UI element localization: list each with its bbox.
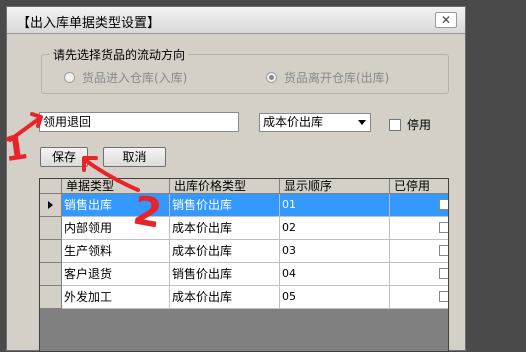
cell-type[interactable]: 外发加工 (62, 286, 170, 309)
cell-disabled[interactable] (390, 286, 448, 309)
column-header-price[interactable]: 出库价格类型 (170, 179, 280, 194)
voucher-name-input[interactable]: 领用退回 (39, 112, 239, 132)
close-button[interactable]: ✕ (435, 12, 457, 28)
cell-order[interactable]: 04 (280, 263, 390, 286)
cell-type[interactable]: 生产领料 (62, 240, 170, 263)
chevron-down-icon (358, 120, 366, 125)
disabled-checkbox[interactable]: 停用 (389, 116, 431, 133)
row-disabled-checkbox[interactable] (439, 245, 448, 256)
table-row[interactable]: 内部领用 成本价出库 02 (40, 217, 448, 240)
price-type-select[interactable]: 成本价出库 (259, 113, 371, 132)
radio-inbound-dot (64, 72, 75, 83)
cell-price[interactable]: 成本价出库 (170, 286, 280, 309)
row-header[interactable] (40, 286, 62, 309)
radio-outbound-label: 货品离开仓库(出库) (284, 71, 390, 85)
radio-outbound-dot (266, 72, 277, 83)
row-header[interactable] (40, 194, 62, 217)
cell-disabled[interactable] (390, 263, 448, 286)
row-disabled-checkbox[interactable] (439, 291, 448, 302)
table-row[interactable]: 生产领料 成本价出库 03 (40, 240, 448, 263)
radio-inbound[interactable]: 货品进入仓库(入库) (64, 69, 187, 86)
row-header[interactable] (40, 263, 62, 286)
save-button[interactable]: 保存 (40, 147, 88, 167)
cell-disabled[interactable] (390, 217, 448, 240)
window-title: 【出入库单据类型设置】 (17, 16, 161, 31)
row-header[interactable] (40, 217, 62, 240)
table-row[interactable]: 客户退货 销售价出库 04 (40, 263, 448, 286)
cancel-button[interactable]: 取消 (103, 147, 166, 167)
column-header-type[interactable]: 单据类型 (62, 179, 170, 194)
cell-price[interactable]: 成本价出库 (170, 240, 280, 263)
row-header[interactable] (40, 240, 62, 263)
flow-direction-group: 请先选择货品的流动方向 货品进入仓库(入库) 货品离开仓库(出库) (41, 46, 449, 94)
table-row[interactable]: 外发加工 成本价出库 05 (40, 286, 448, 309)
flow-direction-legend: 请先选择货品的流动方向 (50, 46, 189, 63)
cell-type[interactable]: 客户退货 (62, 263, 170, 286)
cell-disabled[interactable] (390, 240, 448, 263)
voucher-name-value: 领用退回 (43, 115, 92, 129)
cell-type[interactable]: 销售出库 (62, 194, 170, 217)
disabled-checkbox-box (389, 118, 401, 131)
header-corner (40, 179, 62, 194)
cell-order[interactable]: 03 (280, 240, 390, 263)
grid-header: 单据类型 出库价格类型 显示顺序 已停用 (40, 179, 448, 194)
cell-order[interactable]: 05 (280, 286, 390, 309)
cell-type[interactable]: 内部领用 (62, 217, 170, 240)
row-disabled-checkbox[interactable] (439, 268, 448, 279)
row-disabled-checkbox[interactable] (439, 199, 448, 210)
radio-inbound-label: 货品进入仓库(入库) (82, 71, 188, 85)
price-type-selected: 成本价出库 (263, 115, 324, 129)
cell-price[interactable]: 销售价出库 (170, 263, 280, 286)
cell-order[interactable]: 01 (280, 194, 390, 217)
voucher-type-grid: 单据类型 出库价格类型 显示顺序 已停用 销售出库 销售价出库 01 内部领用 … (39, 178, 449, 352)
column-header-disabled[interactable]: 已停用 (390, 179, 448, 194)
cell-order[interactable]: 02 (280, 217, 390, 240)
settings-window: 【出入库单据类型设置】 ✕ 请先选择货品的流动方向 货品进入仓库(入库) 货品离… (6, 6, 466, 352)
row-disabled-checkbox[interactable] (439, 222, 448, 233)
current-row-pointer-icon (48, 201, 53, 209)
cell-price[interactable]: 成本价出库 (170, 217, 280, 240)
close-icon: ✕ (440, 13, 452, 27)
title-bar[interactable]: 【出入库单据类型设置】 ✕ (7, 7, 465, 34)
column-header-order[interactable]: 显示顺序 (280, 179, 390, 194)
disabled-checkbox-label: 停用 (407, 118, 432, 132)
cell-price[interactable]: 销售价出库 (170, 194, 280, 217)
table-row[interactable]: 销售出库 销售价出库 01 (40, 194, 448, 217)
cell-disabled[interactable] (390, 194, 448, 217)
radio-outbound[interactable]: 货品离开仓库(出库) (266, 69, 389, 86)
dialog-body: 请先选择货品的流动方向 货品进入仓库(入库) 货品离开仓库(出库) 领用退回 成… (11, 34, 461, 352)
